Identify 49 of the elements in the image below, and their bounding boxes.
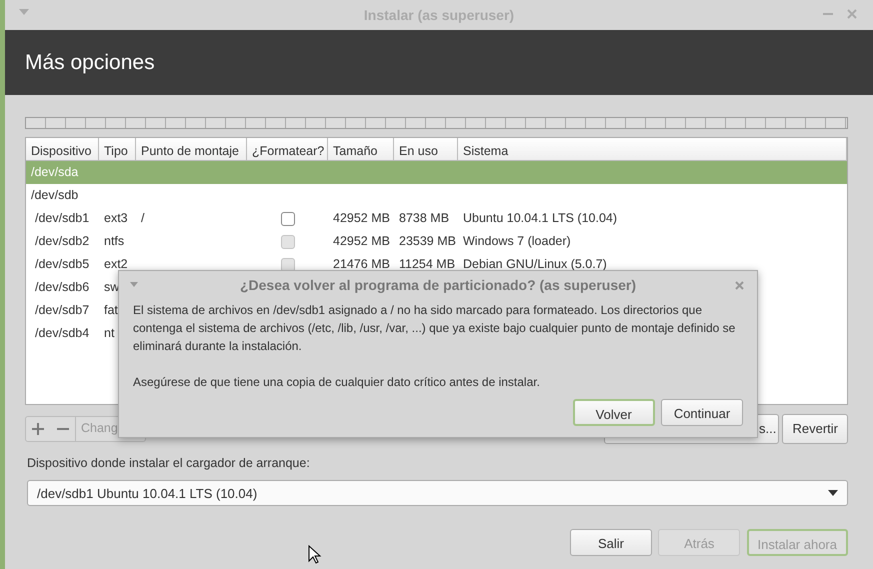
table-cell: 21476 MB <box>333 257 390 272</box>
table-cell: ext3 <box>104 211 128 226</box>
table-cell: 42952 MB <box>333 234 390 248</box>
menu-icon[interactable] <box>130 282 138 287</box>
column-header[interactable]: ¿Formatear? <box>247 138 328 160</box>
table-cell-text: /dev/sdb <box>30 187 80 204</box>
table-cell: 23539 MB <box>399 234 456 248</box>
table-cell: fat <box>104 303 118 318</box>
table-cell: /dev/sdb6 <box>35 280 90 294</box>
dialog-message: Asegúrese de que tiene una copia de cualquier dato crítico antes de instalar. <box>133 374 541 391</box>
table-cell: 42952 MB <box>333 211 390 226</box>
dialog-button[interactable]: Volver <box>572 399 655 426</box>
bootloader-label: Dispositivo donde instalar el cargador de arranque: <box>27 454 311 472</box>
dialog-button[interactable]: Continuar <box>661 399 743 426</box>
column-header[interactable]: Tamaño <box>328 138 394 160</box>
table-cell: 11254 MB <box>399 257 456 272</box>
menu-icon[interactable] <box>19 9 29 15</box>
column-header[interactable]: Sistema <box>458 138 847 160</box>
revert-button[interactable]: Revertir <box>782 414 848 444</box>
combobox-value: /dev/sdb1 Ubuntu 10.04.1 LTS (10.04) <box>37 484 258 503</box>
table-cell: Debian GNU/Linux (5.0.7) <box>463 257 607 272</box>
table-cell: nt <box>104 326 114 340</box>
table-cell: /dev/sdb4 <box>35 326 90 340</box>
table-cell: ext2 <box>104 257 128 272</box>
column-header[interactable]: Dispositivo <box>26 138 99 160</box>
table-cell: Windows 7 (loader) <box>463 234 571 248</box>
table-cell: Ubuntu 10.04.1 LTS (10.04) <box>463 211 618 226</box>
table-cell: /dev/sdb1 <box>35 211 90 226</box>
table-cell: 8738 MB <box>399 211 450 226</box>
close-icon[interactable] <box>735 281 744 290</box>
dialog-message: El sistema de archivos en /dev/sdb1 asignado a / no ha sido marcado para formateado. Los directorios que contenga el sistema de archivos (/etc, /lib, /usr, /var, ...) que ya existe bajo cualquier punto de montaje definido se eliminará durante la instalación. <box>133 302 736 355</box>
cursor-icon <box>308 545 322 564</box>
column-header[interactable]: Punto de montaje <box>136 138 247 160</box>
table-cell-text: /dev/sda <box>30 164 80 182</box>
table-cell: / <box>141 211 144 226</box>
wizard-button[interactable]: Salir <box>570 529 652 556</box>
add-icon <box>32 423 44 436</box>
dropdown-icon <box>828 490 838 496</box>
table-cell: /dev/sdb2 <box>35 234 90 248</box>
dialog-title: ¿Desea volver al programa de particionado? (as superuser) <box>240 276 636 295</box>
table-cell: ntfs <box>104 234 124 248</box>
table-cell: /dev/sdb5 <box>35 257 90 272</box>
column-header[interactable]: Tipo <box>99 138 136 160</box>
bootloader-combobox[interactable]: /dev/sdb1 Ubuntu 10.04.1 LTS (10.04) <box>27 480 848 506</box>
format-checkbox[interactable] <box>280 212 294 226</box>
close-icon[interactable] <box>847 9 857 19</box>
page-title: Más opciones <box>25 50 155 76</box>
column-header[interactable]: En uso <box>394 138 458 160</box>
table-cell: /dev/sdb7 <box>35 303 90 318</box>
